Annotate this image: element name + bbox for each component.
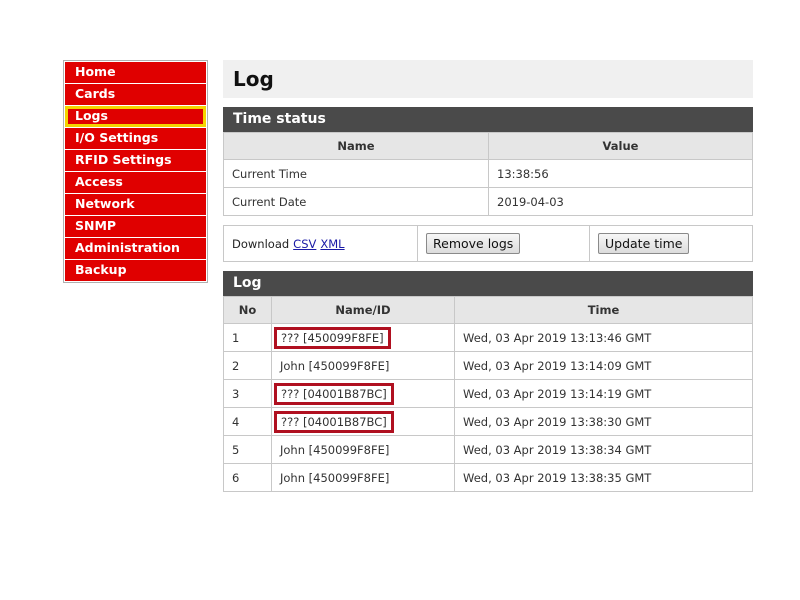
download-xml-link[interactable]: XML xyxy=(320,237,344,251)
sidebar-item-snmp[interactable]: SNMP xyxy=(65,216,206,237)
table-row: 5 John [450099F8FE] Wed, 03 Apr 2019 13:… xyxy=(223,435,753,464)
log-name-id: John [450099F8FE] xyxy=(271,351,455,380)
current-time-value: 13:38:56 xyxy=(488,159,753,188)
log-heading: Log xyxy=(223,271,753,296)
sidebar-item-io-settings[interactable]: I/O Settings xyxy=(65,128,206,149)
table-row: 2 John [450099F8FE] Wed, 03 Apr 2019 13:… xyxy=(223,351,753,380)
table-header-row: Name Value xyxy=(223,132,753,160)
download-cell: Download CSV XML xyxy=(224,226,418,261)
sidebar-nav: Home Cards Logs I/O Settings RFID Settin… xyxy=(63,60,208,283)
log-time: Wed, 03 Apr 2019 13:38:30 GMT xyxy=(454,407,753,436)
remove-logs-cell: Remove logs xyxy=(418,226,590,261)
table-row: 6 John [450099F8FE] Wed, 03 Apr 2019 13:… xyxy=(223,463,753,492)
log-time: Wed, 03 Apr 2019 13:38:34 GMT xyxy=(454,435,753,464)
current-date-label: Current Date xyxy=(223,187,489,216)
log-no: 3 xyxy=(223,379,272,408)
log-no: 5 xyxy=(223,435,272,464)
table-row: Current Date 2019-04-03 xyxy=(223,187,753,216)
log-actions-bar: Download CSV XML Remove logs Update time xyxy=(223,225,753,262)
column-header-time: Time xyxy=(454,296,753,324)
log-time: Wed, 03 Apr 2019 13:14:09 GMT xyxy=(454,351,753,380)
table-row: 4 ??? [04001B87BC] Wed, 03 Apr 2019 13:3… xyxy=(223,407,753,436)
sidebar-item-backup[interactable]: Backup xyxy=(65,260,206,281)
log-name-id: John [450099F8FE] xyxy=(271,435,455,464)
remove-logs-button[interactable]: Remove logs xyxy=(426,233,521,254)
log-section: Log No Name/ID Time 1 ??? [450099F8FE] W… xyxy=(223,271,753,492)
log-no: 6 xyxy=(223,463,272,492)
log-table: No Name/ID Time 1 ??? [450099F8FE] Wed, … xyxy=(223,296,753,492)
highlighted-unknown-card: ??? [04001B87BC] xyxy=(274,382,394,405)
sidebar-item-cards[interactable]: Cards xyxy=(65,84,206,105)
table-row: Current Time 13:38:56 xyxy=(223,159,753,188)
update-time-button[interactable]: Update time xyxy=(598,233,690,254)
download-csv-link[interactable]: CSV xyxy=(293,237,316,251)
log-name-id: ??? [04001B87BC] xyxy=(271,379,455,408)
main-content: Log Time status Name Value Current Time … xyxy=(223,60,753,492)
sidebar-item-rfid-settings[interactable]: RFID Settings xyxy=(65,150,206,171)
column-header-no: No xyxy=(223,296,272,324)
table-row: 3 ??? [04001B87BC] Wed, 03 Apr 2019 13:1… xyxy=(223,379,753,408)
update-time-cell: Update time xyxy=(590,226,752,261)
sidebar-item-access[interactable]: Access xyxy=(65,172,206,193)
column-header-name: Name xyxy=(223,132,489,160)
column-header-value: Value xyxy=(488,132,753,160)
log-no: 4 xyxy=(223,407,272,436)
page-title: Log xyxy=(223,60,753,98)
sidebar-item-home[interactable]: Home xyxy=(65,62,206,83)
table-row: 1 ??? [450099F8FE] Wed, 03 Apr 2019 13:1… xyxy=(223,323,753,352)
log-no: 1 xyxy=(223,323,272,352)
current-date-value: 2019-04-03 xyxy=(488,187,753,216)
table-header-row: No Name/ID Time xyxy=(223,296,753,324)
log-name-id: ??? [450099F8FE] xyxy=(271,323,455,352)
log-time: Wed, 03 Apr 2019 13:38:35 GMT xyxy=(454,463,753,492)
highlighted-unknown-card: ??? [450099F8FE] xyxy=(274,326,391,349)
column-header-name-id: Name/ID xyxy=(271,296,455,324)
log-time: Wed, 03 Apr 2019 13:13:46 GMT xyxy=(454,323,753,352)
log-time: Wed, 03 Apr 2019 13:14:19 GMT xyxy=(454,379,753,408)
time-status-heading: Time status xyxy=(223,107,753,132)
sidebar-item-administration[interactable]: Administration xyxy=(65,238,206,259)
highlighted-unknown-card: ??? [04001B87BC] xyxy=(274,410,394,433)
log-no: 2 xyxy=(223,351,272,380)
sidebar-item-logs[interactable]: Logs xyxy=(65,106,206,127)
download-label: Download xyxy=(232,236,290,251)
current-time-label: Current Time xyxy=(223,159,489,188)
sidebar-item-network[interactable]: Network xyxy=(65,194,206,215)
log-name-id: ??? [04001B87BC] xyxy=(271,407,455,436)
log-name-id: John [450099F8FE] xyxy=(271,463,455,492)
time-status-table: Name Value Current Time 13:38:56 Current… xyxy=(223,132,753,216)
